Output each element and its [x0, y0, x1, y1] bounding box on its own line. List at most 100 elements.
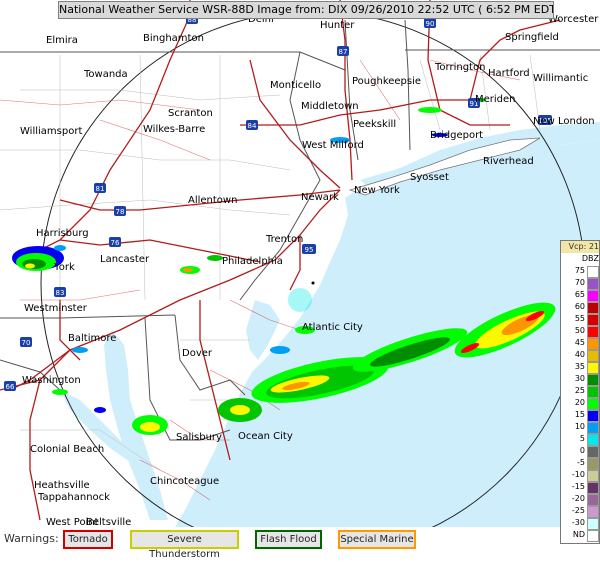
shield-i66: 66 — [4, 381, 16, 391]
city-dover: Dover — [182, 348, 213, 359]
dbz-legend: Vcp: 21 DBZ 75 70 65 60 55 50 45 40 35 30 25 20 15 10… — [560, 240, 600, 544]
city-middletown: Middletown — [301, 101, 359, 112]
legend-entry: 35 — [561, 361, 599, 374]
legend-entry: 25 — [561, 385, 599, 398]
city-binghamton: Binghamton — [143, 33, 204, 44]
legend-value: 20 — [574, 398, 585, 407]
legend-entry: 55 — [561, 313, 599, 326]
city-elmira: Elmira — [46, 35, 78, 46]
shield-i87: 87 — [337, 46, 349, 56]
city-willimantic: Willimantic — [533, 73, 588, 84]
legend-value: 40 — [574, 350, 585, 359]
city-heathsville: Heathsville — [34, 480, 90, 491]
legend-entry: 45 — [561, 337, 599, 350]
warning-tornado[interactable]: Tornado — [63, 530, 113, 549]
city-harrisburg: Harrisburg — [36, 228, 89, 239]
legend-entry: 70 — [561, 277, 599, 290]
legend-entry: -20 — [561, 493, 599, 506]
dbz-unit-label: DBZ — [581, 254, 599, 263]
warning-special-marine[interactable]: Special Marine — [338, 530, 416, 549]
city-atlantic-city: Atlantic City — [302, 322, 363, 333]
legend-entry: 15 — [561, 409, 599, 422]
legend-entry: -25 — [561, 505, 599, 518]
warnings-bar: Warnings: Tornado Severe Thunderstorm Fl… — [0, 527, 560, 560]
city-wilkes-barre: Wilkes-Barre — [143, 124, 205, 135]
legend-entry: 30 — [561, 373, 599, 386]
shield-i84: 84 — [246, 120, 258, 130]
city-colonial-beach: Colonial Beach — [30, 444, 104, 455]
legend-entry: 75 — [561, 265, 599, 278]
shield-label: 66 — [6, 383, 15, 391]
city-williamsport: Williamsport — [20, 126, 82, 137]
legend-value: 35 — [574, 362, 585, 371]
legend-value: 60 — [574, 302, 585, 311]
legend-value: 25 — [574, 386, 585, 395]
legend-entry: ND — [561, 529, 599, 542]
shield-label: 81 — [96, 185, 105, 193]
city-meriden: Meriden — [475, 94, 516, 105]
shield-i90: 90 — [424, 18, 436, 28]
shield-label: 83 — [56, 289, 65, 297]
shield-i78: 78 — [114, 206, 126, 216]
city-riverhead: Riverhead — [483, 156, 534, 167]
city-hartford: Hartford — [488, 68, 530, 79]
legend-value: 70 — [574, 278, 585, 287]
legend-value: -30 — [571, 518, 585, 527]
legend-value: 65 — [574, 290, 585, 299]
city-worcester: Worcester — [548, 14, 599, 25]
legend-entry: 50 — [561, 325, 599, 338]
city-newark: Newark — [301, 192, 339, 203]
city-westminster: Westminster — [24, 303, 88, 314]
city-west-milford: West Milford — [302, 140, 364, 151]
city-philadelphia: Philadelphia — [222, 256, 283, 267]
shield-label: 84 — [248, 122, 257, 130]
legend-entry: 60 — [561, 301, 599, 314]
radar-site-dix — [311, 281, 315, 285]
legend-value: -10 — [571, 470, 585, 479]
city-allentown: Allentown — [188, 195, 237, 206]
city-peekskill: Peekskill — [353, 119, 396, 130]
city-lancaster: Lancaster — [100, 254, 150, 265]
city-torrington: Torrington — [434, 62, 485, 73]
legend-entry: -15 — [561, 481, 599, 494]
legend-value: -5 — [577, 458, 585, 467]
legend-value: 45 — [574, 338, 585, 347]
shield-label: 78 — [116, 208, 125, 216]
shield-label: 90 — [426, 20, 435, 28]
warning-severe-thunderstorm[interactable]: Severe Thunderstorm — [130, 530, 239, 560]
legend-value: -25 — [571, 506, 585, 515]
legend-value: ND — [572, 530, 585, 539]
city-springfield: Springfield — [505, 32, 559, 43]
city-tappahannock: Tappahannock — [37, 492, 110, 503]
shield-i83: 83 — [54, 287, 66, 297]
shield-i81: 81 — [94, 183, 106, 193]
legend-swatch — [587, 530, 599, 542]
city-trenton: Trenton — [265, 234, 303, 245]
radar-map: 88 87 90 84 91 81 78 76 83 95 70 66 195 … — [0, 0, 600, 550]
shield-i70: 70 — [20, 337, 32, 347]
legend-entry: 10 — [561, 421, 599, 434]
city-poughkeepsie: Poughkeepsie — [352, 76, 421, 87]
legend-entry: 5 — [561, 433, 599, 446]
shield-i76: 76 — [109, 237, 121, 247]
shield-label: 87 — [339, 48, 348, 56]
legend-value: 30 — [574, 374, 585, 383]
legend-entry: 20 — [561, 397, 599, 410]
legend-value: 5 — [579, 434, 585, 443]
legend-value: 10 — [574, 422, 585, 431]
city-hunter: Hunter — [320, 20, 355, 31]
city-new-york: New York — [354, 185, 400, 196]
legend-entry: -5 — [561, 457, 599, 470]
legend-entry: 40 — [561, 349, 599, 362]
vcp-label: Vcp: 21 — [561, 241, 599, 253]
city-syosset: Syosset — [410, 172, 449, 183]
city-new-london: New London — [533, 116, 595, 127]
shield-label: 95 — [305, 246, 314, 254]
city-scranton: Scranton — [168, 108, 213, 119]
legend-value: 50 — [574, 326, 585, 335]
legend-value: -15 — [571, 482, 585, 491]
city-baltimore: Baltimore — [68, 333, 116, 344]
warning-flash-flood[interactable]: Flash Flood — [255, 530, 322, 549]
city-monticello: Monticello — [270, 80, 321, 91]
legend-entry: 65 — [561, 289, 599, 302]
